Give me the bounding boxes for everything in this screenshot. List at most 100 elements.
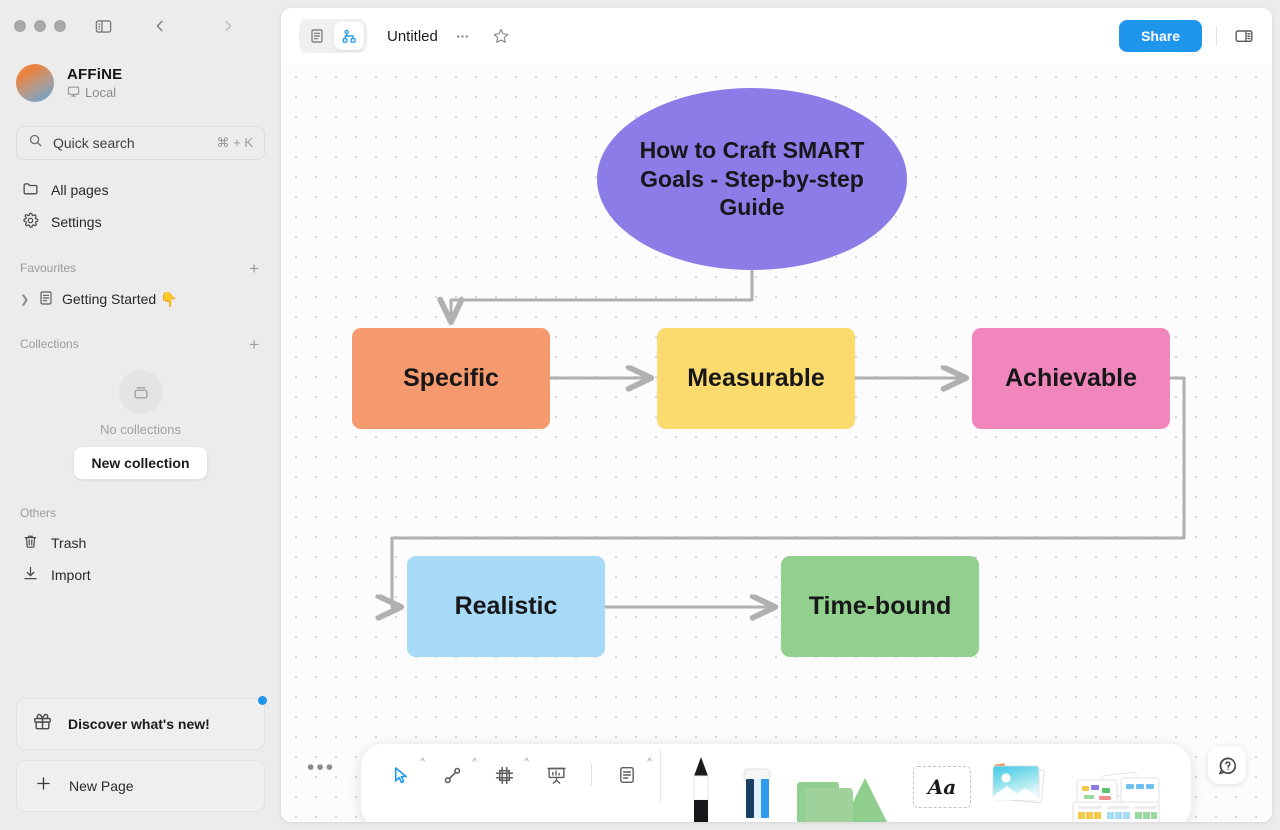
discover-whats-new-button[interactable]: Discover what's new! [16, 696, 267, 750]
add-collection-button[interactable]: + [249, 336, 259, 353]
sidebar-item-import[interactable]: Import [12, 559, 269, 591]
window-titlebar [0, 0, 281, 52]
toolbar-separator [591, 764, 592, 786]
gear-icon [22, 212, 39, 232]
maximize-button[interactable] [54, 20, 66, 32]
node-realistic[interactable]: Realistic [407, 556, 605, 657]
new-page-button[interactable]: New Page [16, 760, 265, 812]
document-panel: Untitled Share How to Craft SMART Goals … [281, 8, 1272, 822]
sidebar-item-all-pages[interactable]: All pages [12, 174, 269, 206]
collections-empty-state: No collections New collection [0, 370, 281, 479]
sidebar-item-settings[interactable]: Settings [12, 206, 269, 238]
monitor-icon [67, 85, 80, 101]
node-root[interactable]: How to Craft SMART Goals - Step-by-step … [597, 88, 907, 270]
workspace-sub: Local [67, 85, 122, 101]
document-header: Untitled Share [281, 8, 1272, 64]
favourites-title: Favourites [20, 261, 77, 275]
new-collection-button[interactable]: New collection [74, 447, 207, 479]
sidebar-item-label: Settings [51, 214, 102, 230]
sidebar-nav: All pages Settings [0, 174, 281, 238]
search-icon [28, 133, 43, 153]
chevron-up-icon[interactable]: ^ [647, 757, 652, 768]
minimize-button[interactable] [34, 20, 46, 32]
note-tool[interactable]: ^ [610, 757, 652, 792]
node-measurable[interactable]: Measurable [657, 328, 855, 429]
text-tool[interactable]: Aa [913, 766, 971, 808]
page-icon [38, 290, 54, 309]
chevron-up-icon[interactable]: ^ [472, 757, 477, 768]
trash-icon [22, 533, 39, 553]
node-label: Specific [403, 364, 499, 392]
sidebar-toggle-icon[interactable] [88, 11, 118, 41]
connector-tool[interactable]: ^ [435, 757, 477, 792]
collections-title: Collections [20, 337, 79, 351]
traffic-lights [14, 20, 66, 32]
page-mode-icon[interactable] [302, 22, 332, 50]
right-sidebar-icon[interactable] [1231, 23, 1257, 49]
image-tool[interactable] [989, 762, 1051, 812]
share-button[interactable]: Share [1119, 20, 1202, 52]
chevron-up-icon[interactable]: ^ [420, 757, 425, 768]
nav-back-icon[interactable] [145, 11, 175, 41]
node-label: Achievable [1004, 364, 1137, 392]
edgeless-toolbar: ^ ^ ^ ^ Aa [361, 744, 1191, 822]
collections-header: Collections + [0, 330, 281, 358]
chevron-up-icon[interactable]: ^ [524, 757, 529, 768]
node-specific[interactable]: Specific [352, 328, 550, 429]
mode-switch [299, 19, 367, 53]
workspace-sub-label: Local [85, 85, 117, 100]
sidebar-item-label: Import [51, 567, 91, 583]
node-time-bound[interactable]: Time-bound [781, 556, 979, 657]
close-button[interactable] [14, 20, 26, 32]
connector-root-specific [451, 270, 754, 322]
chevron-right-icon[interactable]: ❯ [20, 293, 30, 306]
search-input[interactable]: Quick search ⌘ + K [16, 126, 265, 160]
workspace-text: AFFiNE Local [67, 66, 122, 101]
avatar [16, 64, 54, 102]
add-favourite-button[interactable]: + [249, 260, 259, 277]
others-header: Others [0, 499, 281, 527]
present-tool[interactable] [539, 758, 573, 792]
search-shortcut: ⌘ + K [216, 135, 254, 150]
collection-icon [118, 370, 163, 414]
others-nav: Trash Import [0, 527, 281, 591]
edgeless-mode-icon[interactable] [334, 22, 364, 50]
gift-icon [32, 711, 53, 737]
workspace-selector[interactable]: AFFiNE Local [0, 52, 281, 108]
eraser-tool[interactable] [737, 766, 777, 822]
folder-icon [22, 180, 39, 200]
sidebar: AFFiNE Local Quick search ⌘ + K All page… [0, 0, 281, 830]
favourite-emoji: 👇 [160, 290, 178, 307]
node-label: How to Craft SMART Goals - Step-by-step … [639, 136, 865, 221]
new-page-label: New Page [69, 778, 134, 794]
workspace-name: AFFiNE [67, 65, 123, 83]
search-label: Quick search [53, 135, 135, 151]
sidebar-item-label: All pages [51, 182, 109, 198]
shape-tool[interactable] [795, 776, 895, 822]
sidebar-item-trash[interactable]: Trash [12, 527, 269, 559]
select-tool[interactable]: ^ [383, 757, 425, 792]
pen-tool[interactable] [683, 754, 719, 822]
frame-tool[interactable]: ^ [487, 757, 529, 792]
ellipsis-icon[interactable] [450, 23, 476, 49]
page-title[interactable]: Untitled [387, 28, 438, 45]
node-label: Realistic [454, 592, 558, 620]
star-icon[interactable] [488, 23, 514, 49]
sidebar-item-label: Trash [51, 535, 87, 551]
discover-label: Discover what's new! [68, 716, 210, 732]
help-icon[interactable] [1208, 746, 1246, 784]
template-tool[interactable] [1069, 772, 1165, 822]
plus-icon [34, 774, 53, 798]
edgeless-canvas[interactable]: How to Craft SMART Goals - Step-by-step … [281, 64, 1272, 822]
favourites-header: Favourites + [0, 254, 281, 282]
nav-forward-icon[interactable] [213, 11, 243, 41]
others-title: Others [20, 506, 57, 520]
node-achievable[interactable]: Achievable [972, 328, 1170, 429]
toolbar-tools-group: ^ ^ ^ ^ [361, 744, 660, 806]
favourite-label: Getting Started [62, 291, 157, 307]
canvas-more-button[interactable]: ••• [307, 757, 335, 778]
text-tool-label: Aa [927, 775, 957, 799]
sidebar-item-getting-started[interactable]: ❯ Getting Started 👇 [12, 284, 269, 314]
node-label: Measurable [687, 364, 825, 392]
sidebar-bottom: Discover what's new! New Page [0, 696, 281, 830]
